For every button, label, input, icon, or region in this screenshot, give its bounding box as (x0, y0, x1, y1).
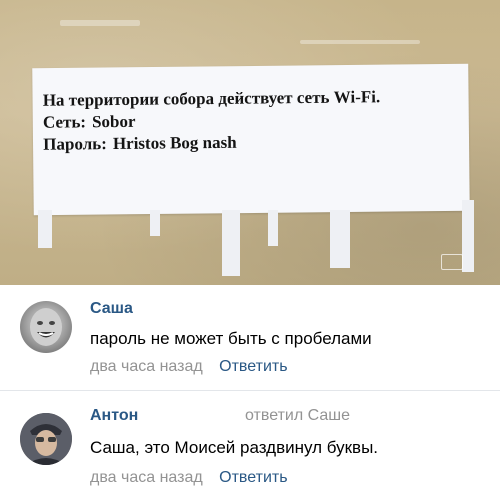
wall-scuff (60, 20, 140, 26)
torn-paper-strip (462, 200, 474, 272)
avatar[interactable] (20, 413, 72, 465)
wall-scuff (300, 40, 420, 44)
notice-password-key: Пароль: (43, 134, 107, 154)
reply-to-label[interactable]: ответил Саше (245, 407, 350, 425)
comment-time: два часа назад (90, 358, 203, 375)
notice-network-value: Sobor (91, 111, 136, 132)
post-photo[interactable]: На территории собора действует сеть Wi-F… (0, 0, 500, 285)
torn-paper-strip (38, 210, 52, 248)
fullscreen-icon[interactable] (441, 254, 463, 270)
notice-network-key: Сеть: (42, 112, 87, 132)
reply-button[interactable]: Ответить (219, 358, 287, 375)
comment-meta: два часа назад Ответить (90, 358, 288, 376)
reply-button[interactable]: Ответить (219, 469, 287, 486)
torn-paper-strip (268, 210, 278, 246)
comments-list: Саша пароль не может быть с пробелами дв… (0, 285, 500, 500)
avatar-face-icon (20, 413, 72, 465)
avatar[interactable] (20, 301, 72, 353)
comment-item: Саша пароль не может быть с пробелами дв… (0, 285, 500, 390)
torn-paper-strip (330, 210, 350, 268)
avatar-face-icon (30, 308, 62, 346)
comment-author[interactable]: Саша (90, 300, 133, 318)
torn-paper-strip (150, 210, 160, 236)
comment-meta: два часа назад Ответить (90, 469, 288, 487)
comment-author[interactable]: Антон (90, 407, 138, 425)
comment-time: два часа назад (90, 469, 203, 486)
torn-paper-strip (222, 210, 240, 276)
notice-password-line: Пароль: Hristos Bog nash (43, 130, 381, 156)
comment-text: Саша, это Моисей раздвинул буквы. (90, 438, 379, 457)
comment-item: Антон ответил Саше Саша, это Моисей разд… (0, 390, 500, 500)
notice-password-value: Hristos Bog nash (112, 132, 237, 154)
notice-text: На территории собора действует сеть Wi-F… (43, 86, 381, 156)
notice-line: На территории собора действует сеть Wi-F… (42, 87, 381, 110)
comment-text: пароль не может быть с пробелами (90, 329, 372, 348)
